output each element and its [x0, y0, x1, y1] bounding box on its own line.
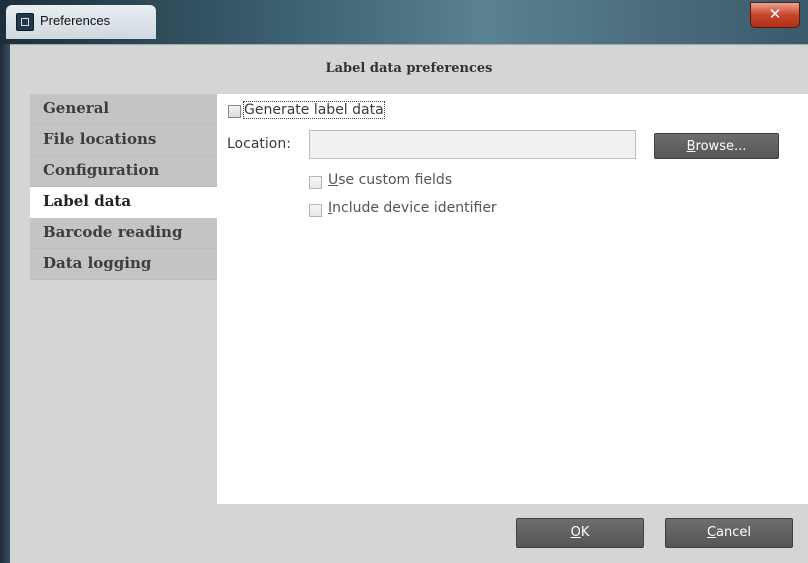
- nav-item-file-locations[interactable]: File locations: [30, 125, 217, 156]
- preferences-window: Preferences ✕ Label data preferences Gen…: [0, 0, 808, 563]
- title-tab: Preferences: [6, 5, 156, 39]
- browse-accel: B: [686, 139, 696, 154]
- label-data-panel: Generate label data Location: Browse... …: [217, 94, 808, 504]
- ok-button[interactable]: OK: [516, 518, 644, 548]
- cancel-accel: C: [706, 525, 717, 540]
- generate-label-data-checkbox[interactable]: [228, 105, 241, 118]
- cancel-label: ancel: [716, 525, 752, 540]
- nav-item-barcode-reading[interactable]: Barcode reading: [30, 218, 217, 249]
- page-header: Label data preferences: [10, 44, 808, 95]
- browse-label: rowse...: [695, 139, 747, 154]
- window-title: Preferences: [40, 13, 111, 28]
- nav-item-label-data[interactable]: Label data: [30, 187, 217, 218]
- use-custom-fields-checkbox[interactable]: [309, 176, 322, 189]
- use-custom-fields-text: se custom fields: [338, 172, 453, 188]
- title-bar[interactable]: Preferences ✕: [0, 0, 808, 44]
- browse-button[interactable]: Browse...: [654, 133, 779, 159]
- include-device-identifier-text: nclude device identifier: [332, 200, 497, 216]
- nav-item-configuration[interactable]: Configuration: [30, 156, 217, 187]
- page-title: Label data preferences: [325, 61, 493, 76]
- preferences-nav: General File locations Configuration Lab…: [30, 94, 217, 280]
- location-input[interactable]: [309, 130, 636, 159]
- window-left-frame: [0, 0, 10, 563]
- use-custom-fields-accel: U: [328, 172, 339, 188]
- use-custom-fields-label[interactable]: Use custom fields: [328, 172, 452, 188]
- close-icon: ✕: [768, 5, 782, 23]
- cancel-button[interactable]: Cancel: [665, 518, 793, 548]
- close-button[interactable]: ✕: [750, 2, 800, 28]
- dialog-client-area: Label data preferences General File loca…: [10, 44, 808, 563]
- include-device-identifier-checkbox[interactable]: [309, 204, 322, 217]
- preferences-app-icon: [16, 13, 34, 31]
- generate-label-data-label[interactable]: Generate label data: [243, 101, 385, 119]
- ok-accel: O: [570, 525, 581, 540]
- nav-item-general[interactable]: General: [30, 94, 217, 125]
- include-device-identifier-label[interactable]: Include device identifier: [328, 200, 497, 216]
- nav-item-data-logging[interactable]: Data logging: [30, 249, 217, 280]
- location-label: Location:: [227, 136, 291, 152]
- ok-label: K: [580, 525, 590, 540]
